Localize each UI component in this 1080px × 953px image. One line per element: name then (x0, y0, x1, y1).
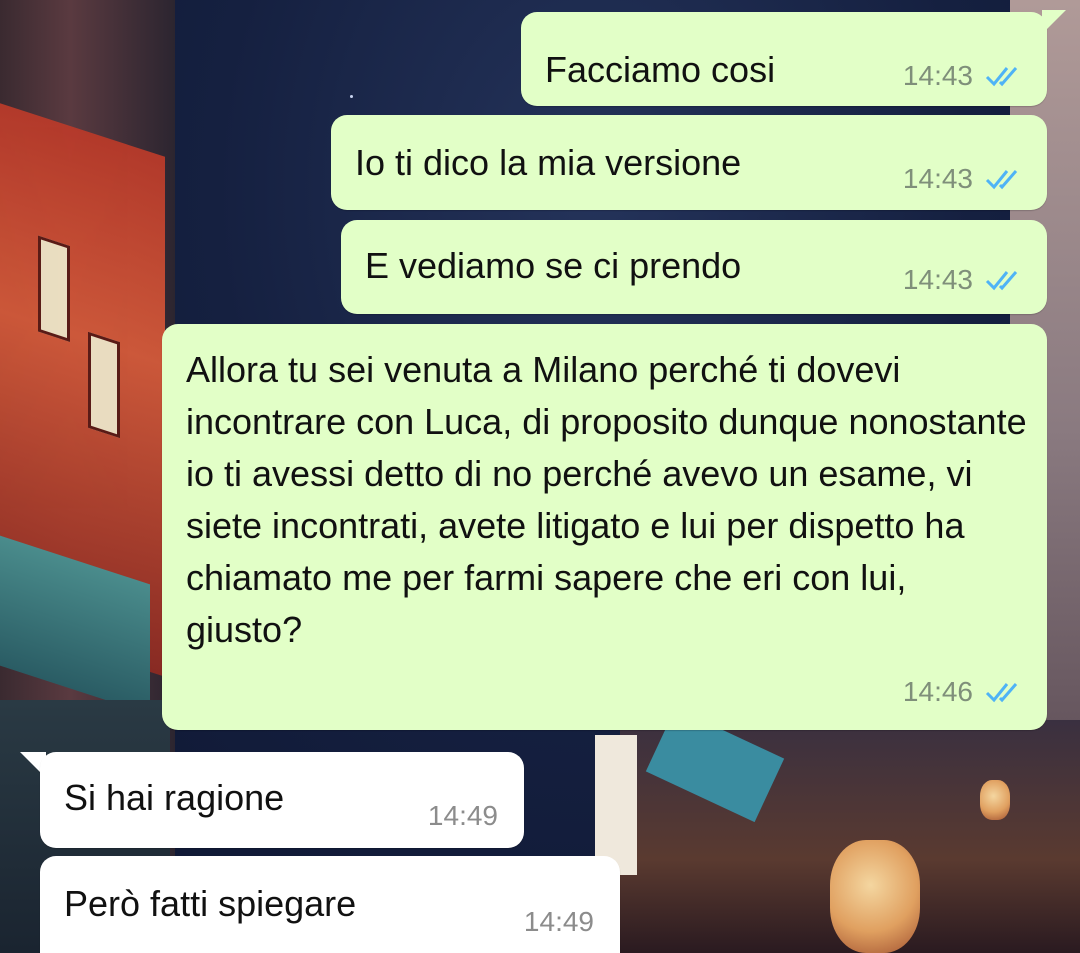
message-text: Si hai ragione (64, 777, 285, 818)
message-time: 14:43 (902, 264, 973, 295)
outgoing-message[interactable]: Io ti dico la mia versione 14:43 (331, 115, 1047, 210)
message-meta: 14:43 (903, 264, 1025, 296)
message-text: Facciamo cosi (545, 49, 776, 90)
message-time: 14:49 (523, 906, 594, 937)
double-check-icon (985, 67, 1018, 87)
message-text: Allora tu sei venuta a Milano perché ti … (186, 349, 1027, 650)
incoming-message[interactable]: Però fatti spiegare 14:49 (40, 856, 620, 953)
message-meta: 14:49 (428, 800, 498, 832)
message-meta: 14:43 (903, 60, 1025, 92)
message-time: 14:46 (902, 676, 973, 707)
message-time: 14:49 (427, 800, 498, 831)
message-text: Però fatti spiegare (64, 883, 357, 924)
outgoing-message[interactable]: E vediamo se ci prendo 14:43 (341, 220, 1047, 314)
outgoing-message[interactable]: Facciamo cosi 14:43 (521, 12, 1047, 106)
double-check-icon (985, 170, 1018, 190)
message-meta: 14:46 (903, 676, 1025, 708)
outgoing-message[interactable]: Allora tu sei venuta a Milano perché ti … (162, 324, 1047, 730)
incoming-message[interactable]: Si hai ragione 14:49 (40, 752, 524, 848)
chat-message-list[interactable]: Facciamo cosi 14:43 Io ti dico la mia ve… (0, 0, 1080, 953)
message-time: 14:43 (902, 60, 973, 91)
message-meta: 14:49 (524, 906, 594, 938)
message-time: 14:43 (902, 163, 973, 194)
message-meta: 14:43 (903, 163, 1025, 195)
message-text: E vediamo se ci prendo (365, 245, 742, 286)
double-check-icon (985, 271, 1018, 291)
bubble-tail (1042, 10, 1066, 34)
double-check-icon (985, 683, 1018, 703)
message-text: Io ti dico la mia versione (355, 142, 742, 183)
